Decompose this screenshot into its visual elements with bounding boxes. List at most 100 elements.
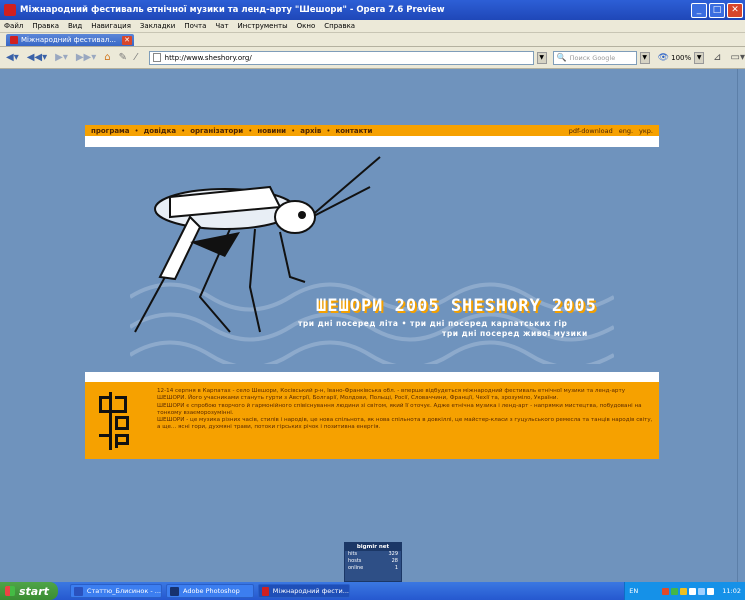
counter-row: hits 329 (345, 551, 401, 558)
taskbar-item-word[interactable]: Статтю_Блисинок - ... (70, 584, 162, 598)
panel-toggle-icon[interactable]: ⊿ (713, 52, 721, 63)
nav-archive[interactable]: архів (300, 127, 321, 135)
clock: 11:02 (722, 587, 741, 595)
task-label: Міжнародний фести... (272, 587, 349, 595)
toolbar: ◀▾ ◀◀▾ ▶▾ ▶▶▾ ⌂ ✎ ⁄ http://www.sheshory.… (0, 47, 745, 69)
menu-chat[interactable]: Чат (215, 22, 228, 30)
nav-organizers[interactable]: організатори (190, 127, 243, 135)
tab-active[interactable]: Міжнародний фестивал... ✕ (6, 34, 134, 46)
counter-label: hosts (348, 558, 362, 564)
pdf-download-link[interactable]: pdf-download (569, 127, 613, 135)
tab-bar: Міжнародний фестивал... ✕ (0, 33, 745, 47)
zoom-control[interactable]: 👁 100% (658, 53, 691, 63)
search-engine-icon[interactable]: 🔍 (557, 53, 567, 62)
menu-mail[interactable]: Почта (184, 22, 206, 30)
banner: ШЕШОРИ 2005 SHESHORY 2005 три дні посере… (130, 147, 614, 364)
menu-tools[interactable]: Инструменты (238, 22, 288, 30)
back-icon[interactable]: ◀▾ (6, 52, 19, 63)
nav-news[interactable]: новини (257, 127, 286, 135)
tray-icon[interactable] (671, 587, 679, 595)
windows-logo-icon (5, 586, 15, 596)
taskbar-item-photoshop[interactable]: Adobe Photoshop (166, 584, 254, 598)
opera-icon (4, 4, 16, 16)
minimize-button[interactable]: _ (691, 2, 707, 18)
counter-label: hits (348, 551, 358, 557)
menu-bar: Файл Правка Вид Навигация Закладки Почта… (0, 20, 745, 33)
url-text[interactable]: http://www.sheshory.org/ (165, 54, 533, 62)
divider-strip (85, 136, 659, 147)
fast-forward-icon[interactable]: ▶▶▾ (76, 52, 96, 63)
divider-strip (85, 372, 659, 382)
window-title: Міжнародний фестиваль етнічної музики та… (20, 5, 445, 15)
photoshop-icon (170, 586, 179, 596)
taskbar: start Статтю_Блисинок - ... Adobe Photos… (0, 582, 745, 600)
page-icon (152, 53, 161, 62)
forward-icon[interactable]: ▶▾ (55, 52, 68, 63)
network-icon[interactable] (698, 587, 706, 595)
title-bar: Міжнародний фестиваль етнічної музики та… (0, 0, 745, 20)
close-button[interactable]: ✕ (727, 2, 743, 18)
start-button[interactable]: start (0, 582, 58, 600)
counter-value: 329 (388, 551, 398, 557)
counter-value: 1 (394, 565, 398, 571)
wand-icon[interactable]: ⁄ (135, 52, 137, 63)
counter-value: 28 (391, 558, 398, 564)
info-paragraph-1: 12-14 серпня в Карпатах - село Шешори, К… (157, 388, 626, 401)
info-paragraph-3: ШЕШОРИ - це музика різних часів, стилів … (157, 417, 653, 430)
word-icon (74, 586, 83, 596)
tray-icon[interactable] (680, 587, 688, 595)
page-icon (10, 36, 18, 44)
banner-title: ШЕШОРИ 2005 SHESHORY 2005 (316, 296, 597, 316)
taskbar-item-opera[interactable]: Міжнародний фести... (258, 584, 350, 598)
tab-label: Міжнародний фестивал... (21, 36, 116, 44)
task-label: Статтю_Блисинок - ... (86, 587, 161, 595)
tray-icon[interactable] (662, 587, 670, 595)
bigmir-counter[interactable]: bigmir net hits 329 hosts 28 online 1 (344, 542, 402, 582)
nav-right-links: pdf-download eng. укр. (569, 127, 659, 135)
banner-subtitle-2: три дні посеред живої музики (442, 329, 588, 338)
counter-header: bigmir net (345, 543, 401, 551)
nav-contacts[interactable]: контакти (335, 127, 372, 135)
site-nav: програма • довідка • організатори • нови… (85, 125, 659, 136)
nav-program[interactable]: програма (91, 127, 130, 135)
zoom-value: 100% (671, 53, 692, 62)
menu-navigation[interactable]: Навигация (91, 22, 131, 30)
vertical-scrollbar[interactable] (737, 69, 745, 582)
maximize-button[interactable]: □ (709, 2, 725, 18)
tab-close-icon[interactable]: ✕ (122, 35, 132, 45)
opera-icon (262, 586, 269, 596)
screen-icon[interactable]: ▭▾ (731, 52, 745, 63)
language-indicator[interactable]: EN (629, 587, 638, 595)
nav-separator: • (291, 126, 296, 135)
nav-separator: • (181, 126, 186, 135)
search-dropdown-icon[interactable]: ▼ (639, 51, 650, 64)
address-bar[interactable]: http://www.sheshory.org/ (148, 50, 534, 65)
zoom-icon: 👁 (657, 52, 670, 63)
zoom-dropdown-icon[interactable]: ▼ (694, 51, 705, 64)
lang-ukr-link[interactable]: укр. (639, 127, 653, 135)
nav-separator: • (248, 126, 253, 135)
counter-row: online 1 (345, 565, 401, 572)
page-viewport: програма • довідка • організатори • нови… (0, 69, 737, 582)
menu-bookmarks[interactable]: Закладки (140, 22, 175, 30)
nav-separator: • (134, 126, 139, 135)
start-label: start (19, 584, 49, 598)
nav-info[interactable]: довідка (144, 127, 176, 135)
info-paragraph-2: ШЕШОРИ є спробою творчого й гармонійного… (157, 403, 642, 416)
volume-icon[interactable] (707, 587, 715, 595)
address-dropdown-icon[interactable]: ▼ (536, 51, 547, 64)
edit-icon[interactable]: ✎ (119, 52, 127, 63)
sheshory-logo (99, 392, 129, 450)
tray-icon[interactable] (689, 587, 697, 595)
menu-help[interactable]: Справка (324, 22, 355, 30)
back-history-icon[interactable]: ◀◀▾ (27, 52, 47, 63)
lang-eng-link[interactable]: eng. (619, 127, 633, 135)
menu-window[interactable]: Окно (297, 22, 316, 30)
menu-file[interactable]: Файл (4, 22, 23, 30)
home-icon[interactable]: ⌂ (104, 52, 110, 63)
menu-edit[interactable]: Правка (32, 22, 59, 30)
menu-view[interactable]: Вид (68, 22, 82, 30)
search-input[interactable]: 🔍 Поиск Google (552, 50, 637, 65)
counter-label: online (348, 565, 364, 571)
counter-row: hosts 28 (345, 558, 401, 565)
